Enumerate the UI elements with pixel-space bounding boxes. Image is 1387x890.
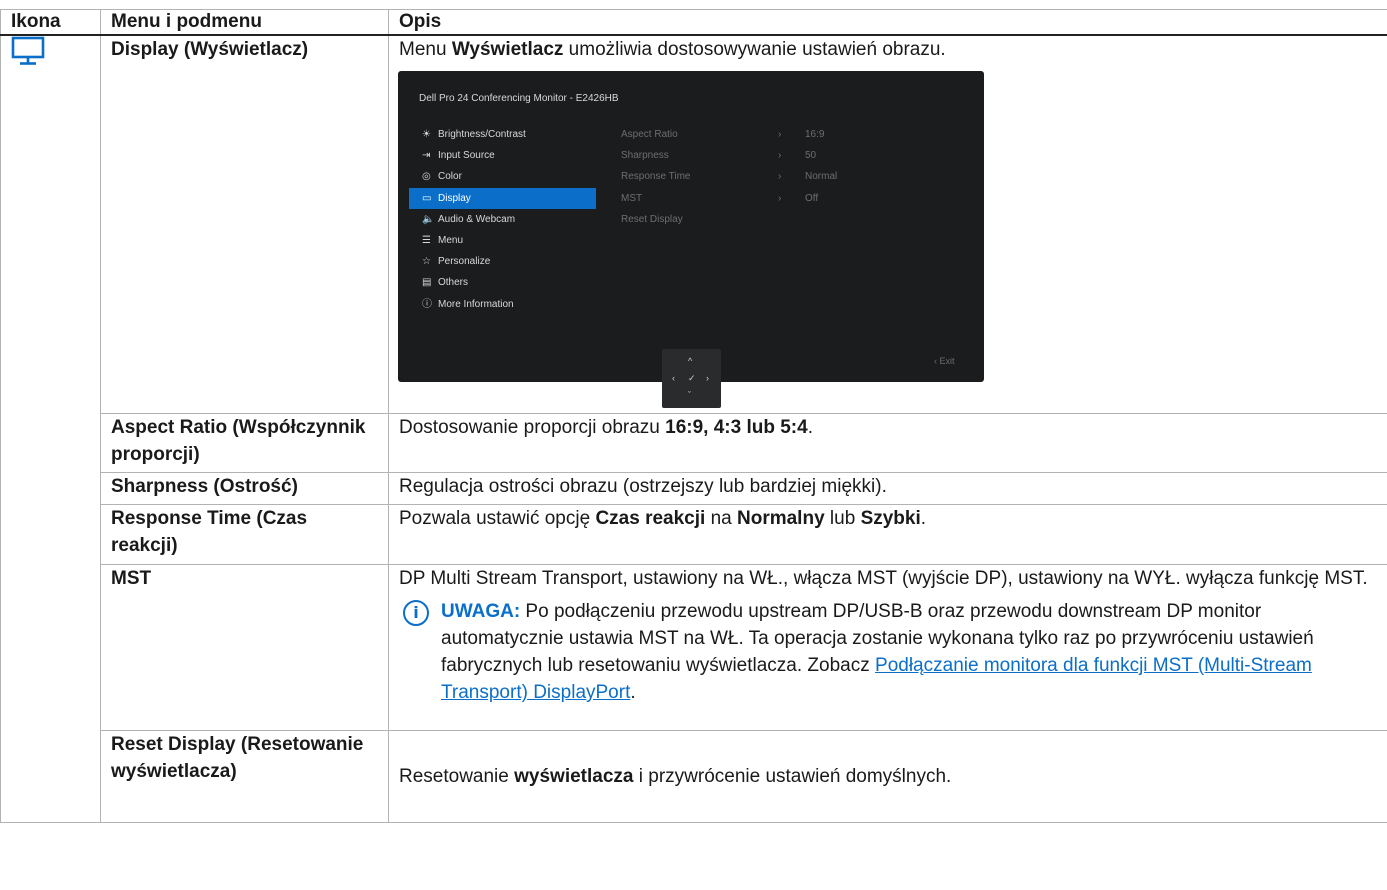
desc-text: Pozwala ustawić opcję <box>399 508 596 529</box>
desc-bold: wyświetlacza <box>514 766 634 787</box>
desc-text: Resetowanie <box>399 766 515 787</box>
joystick-center-icon: ✓ <box>688 373 696 383</box>
monitor-icon <box>11 36 45 65</box>
osd-submenu-row: Reset Display <box>621 209 961 230</box>
table-row-aspect-ratio: Aspect Ratio (Współczynnik proporcji) Do… <box>1 413 1387 473</box>
osd-submenu-label: Reset Display <box>621 213 683 225</box>
table-row-sharpness: Sharpness (Ostrość) Regulacja ostrości o… <box>1 472 1387 505</box>
aspect-ratio-description: Dostosowanie proporcji obrazu 16:9, 4:3 … <box>388 413 1387 473</box>
osd-submenu: Aspect Ratio › 16:9 Sharpness › 50 Response Ti… <box>621 124 961 230</box>
desc-text: umożliwia dostosowywanie ustawień obrazu… <box>563 39 946 60</box>
desc-text: lub <box>824 508 861 529</box>
header-icon: Ikona <box>0 9 101 36</box>
joystick-right-icon: › <box>706 373 709 383</box>
joystick-left-icon: ‹ <box>672 373 675 383</box>
desc-bold: Szybki <box>860 508 921 529</box>
osd-submenu-arrow: › <box>778 192 782 204</box>
menu-name-display: Display (Wyświetlacz) <box>100 34 389 414</box>
osd-menu-item: ⓘ More Information <box>409 294 596 315</box>
desc-text: na <box>705 508 737 529</box>
display-description-text: Menu Wyświetlacz umożliwia dostosowywani… <box>399 36 1379 63</box>
osd-menu-label: More Information <box>438 298 514 310</box>
desc-bold: 16:9, 4:3 lub 5:4 <box>665 417 808 438</box>
menu-name-mst: MST <box>100 564 389 731</box>
table-row-reset-display: Reset Display (Resetowanie wyświetlacza)… <box>1 730 1387 823</box>
mst-description: DP Multi Stream Transport, ustawiony na … <box>388 564 1387 731</box>
desc-bold: Normalny <box>737 508 825 529</box>
icon-cell <box>0 34 101 823</box>
info-icon: i <box>403 600 429 626</box>
menu-name-response-time: Response Time (Czas reakcji) <box>100 504 389 565</box>
joystick-up-icon: ^ <box>688 356 693 366</box>
table-row-mst: MST DP Multi Stream Transport, ustawiony… <box>1 564 1387 731</box>
header-menu: Menu i podmenu <box>100 9 389 36</box>
osd-title: Dell Pro 24 Conferencing Monitor - E2426… <box>419 93 619 104</box>
joystick-down-icon: ˇ <box>688 390 691 400</box>
osd-exit: ‹ Exit <box>934 356 955 366</box>
osd-main-menu: ☀ Brightness/Contrast ⇥ Input Source ◎ Color ▭… <box>409 124 596 315</box>
mst-description-text: DP Multi Stream Transport, ustawiony na … <box>399 568 1368 589</box>
mst-note: i UWAGA: Po podłączeniu przewodu upstrea… <box>399 598 1379 706</box>
reset-display-description: Resetowanie wyświetlacza i przywrócenie … <box>388 730 1387 823</box>
desc-text: . <box>807 417 813 438</box>
desc-text: . <box>920 508 927 529</box>
table-row-response-time: Response Time (Czas reakcji) Pozwala ust… <box>1 504 1387 565</box>
note-body: UWAGA: Po podłączeniu przewodu upstream … <box>441 598 1379 706</box>
osd-panel: Dell Pro 24 Conferencing Monitor - E2426… <box>398 71 984 382</box>
menu-name-aspect-ratio: Aspect Ratio (Współczynnik proporcji) <box>100 413 389 473</box>
sharpness-description: Regulacja ostrości obrazu (ostrzejszy lu… <box>388 472 1387 505</box>
response-time-description: Pozwala ustawić opcję Czas reakcji na No… <box>388 504 1387 565</box>
table-header-row: Ikona Menu i podmenu Opis <box>0 9 1387 36</box>
osd-screenshot: Dell Pro 24 Conferencing Monitor - E2426… <box>398 71 984 409</box>
osd-submenu-value: Off <box>805 192 819 204</box>
desc-text: Menu <box>399 39 452 60</box>
menu-name-sharpness: Sharpness (Ostrość) <box>100 472 389 505</box>
note-end: . <box>630 682 636 703</box>
desc-bold: Czas reakcji <box>595 508 706 529</box>
osd-menu-icon: ⓘ <box>422 298 432 310</box>
desc-bold: Wyświetlacz <box>451 39 564 60</box>
table-row-display: Display (Wyświetlacz) Menu Wyświetlacz u… <box>0 34 1387 823</box>
header-description: Opis <box>388 9 1387 36</box>
desc-text: Dostosowanie proporcji obrazu <box>399 417 666 438</box>
display-description: Menu Wyświetlacz umożliwia dostosowywani… <box>388 34 1387 414</box>
note-label: UWAGA: <box>441 601 521 622</box>
desc-text: i przywrócenie ustawień domyślnych. <box>633 766 952 787</box>
menu-name-reset-display: Reset Display (Resetowanie wyświetlacza) <box>100 730 389 823</box>
joystick-guide: ^ ‹ ✓ › ˇ <box>662 349 721 408</box>
menu-description-table: Ikona Menu i podmenu Opis Display (Wyświ… <box>0 9 1387 823</box>
